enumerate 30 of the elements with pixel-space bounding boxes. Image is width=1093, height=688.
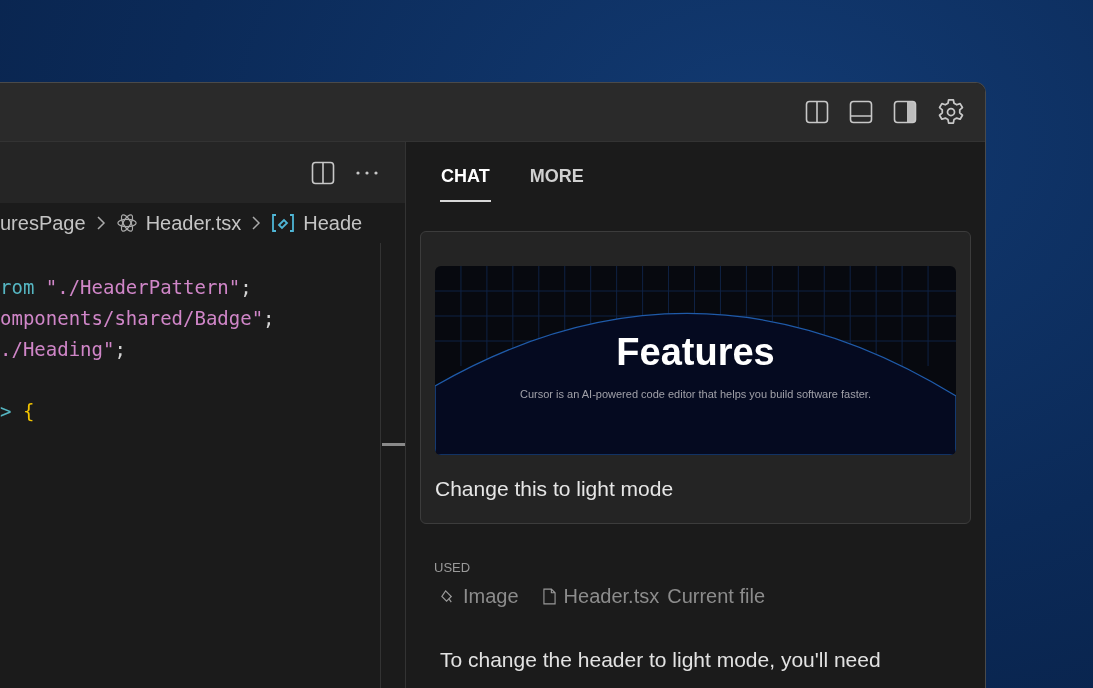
response-text: To change the header to light mode, you'll need [440,648,882,672]
settings-icon[interactable] [937,98,965,126]
split-editor-icon[interactable] [311,160,335,185]
context-note: Current file [667,585,765,608]
breadcrumb[interactable]: Heade [303,211,363,235]
right-panel-icon[interactable] [893,100,917,124]
left-panel-icon[interactable] [805,100,829,124]
code-line: rom "./HeaderPattern"; [0,275,253,300]
context-item[interactable]: Header.tsx [563,585,660,608]
context-item[interactable]: Image [463,585,519,608]
breadcrumb[interactable]: uresPage [0,211,86,235]
symbol-icon [271,213,296,233]
breadcrumb[interactable]: Header.tsx [145,211,242,235]
file-icon [542,588,556,605]
hero-subtitle: Cursor is an AI-powered code editor that helps you build software faster. [520,388,871,400]
atom-icon [115,212,138,234]
panel-tab[interactable]: CHAT [440,152,491,202]
code-line: omponents/shared/Badge"; [0,306,276,331]
message-text: Change this to light mode [435,477,675,501]
more-icon[interactable] [355,169,379,176]
section-label: USED [434,560,472,575]
code-line: > { [0,399,36,424]
panel-tab[interactable]: MORE [528,152,585,202]
bottom-panel-icon[interactable] [849,100,873,124]
code-line: ./Heading"; [0,337,127,362]
hero-heading: Features [616,331,775,374]
chevron-icon [251,215,262,231]
paint-bucket-icon [440,589,455,604]
chevron-icon [95,215,106,231]
scroll-marker [382,443,405,446]
